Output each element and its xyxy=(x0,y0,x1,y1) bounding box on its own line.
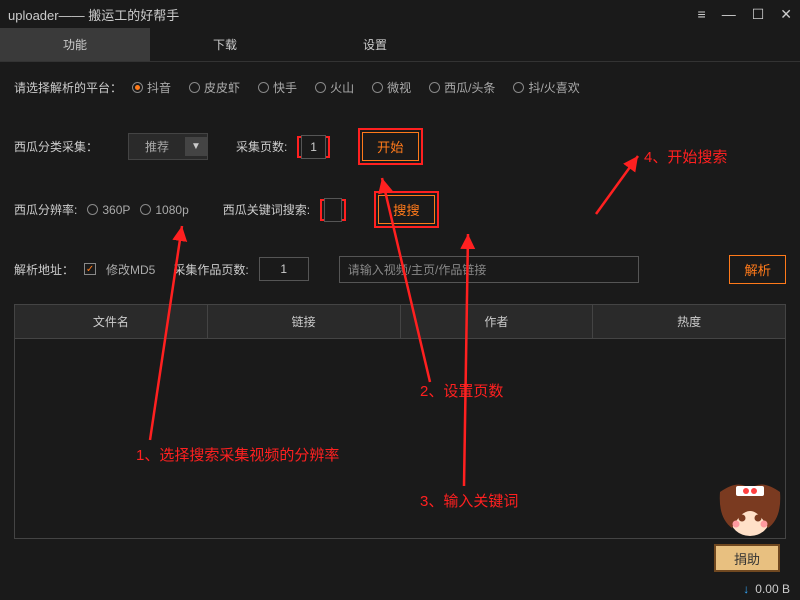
radio-xigua[interactable]: 西瓜/头条 xyxy=(429,79,495,96)
start-button[interactable]: 开始 xyxy=(362,132,419,161)
search-button[interactable]: 搜搜 xyxy=(378,195,435,224)
download-speed: 0.00 B xyxy=(755,582,790,596)
resolution-row: 西瓜分辨率: 360P 1080p 西瓜关键词搜索: 搜搜 xyxy=(14,191,786,228)
pages-input[interactable]: 1 xyxy=(301,135,326,159)
works-pages-label: 采集作品页数: xyxy=(173,261,248,278)
radio-douyin[interactable]: 抖音 xyxy=(132,79,171,96)
platform-row: 请选择解析的平台： 抖音 皮皮虾 快手 火山 微视 西瓜/头条 抖/火喜欢 xyxy=(14,72,786,102)
radio-weishi[interactable]: 微视 xyxy=(372,79,411,96)
mascot-image xyxy=(710,474,790,544)
platform-radio-group: 抖音 皮皮虾 快手 火山 微视 西瓜/头条 抖/火喜欢 xyxy=(132,79,580,96)
radio-huoshan[interactable]: 火山 xyxy=(315,79,354,96)
th-author: 作者 xyxy=(401,305,594,338)
keyword-label: 西瓜关键词搜索: xyxy=(223,201,310,218)
main-tabs: 功能 下载 设置 xyxy=(0,28,800,62)
minimize-icon[interactable]: — xyxy=(722,6,736,23)
works-pages-input[interactable]: 1 xyxy=(259,257,309,281)
parse-label: 解析地址： xyxy=(14,261,74,278)
th-link: 链接 xyxy=(208,305,401,338)
results-table-header: 文件名 链接 作者 热度 xyxy=(14,304,786,339)
parse-row: 解析地址： ✓ 修改MD5 采集作品页数: 1 请输入视频/主页/作品链接 解析 xyxy=(14,254,786,284)
results-table-body xyxy=(14,339,786,539)
tab-download[interactable]: 下载 xyxy=(150,28,300,61)
parse-button[interactable]: 解析 xyxy=(729,255,786,284)
menu-icon[interactable]: ≡ xyxy=(698,6,706,23)
modify-md5-checkbox[interactable]: ✓ xyxy=(84,263,96,275)
donate-button[interactable]: 捐助 xyxy=(714,544,780,572)
url-input[interactable]: 请输入视频/主页/作品链接 xyxy=(339,256,639,283)
window-title: uploader—— 搬运工的好帮手 xyxy=(8,5,698,24)
highlight-pages: 1 xyxy=(297,136,330,158)
th-heat: 热度 xyxy=(593,305,785,338)
keyword-input[interactable] xyxy=(324,198,342,222)
status-bar: ↓ 0.00 B xyxy=(743,578,790,600)
highlight-keyword xyxy=(320,199,346,221)
chevron-down-icon: ▼ xyxy=(185,137,207,156)
download-icon: ↓ xyxy=(743,582,749,596)
th-filename: 文件名 xyxy=(15,305,208,338)
platform-label: 请选择解析的平台： xyxy=(14,79,122,96)
modify-md5-label: 修改MD5 xyxy=(106,261,155,278)
category-label: 西瓜分类采集： xyxy=(14,138,98,155)
maximize-icon[interactable]: ☐ xyxy=(752,6,765,23)
close-icon[interactable]: ✕ xyxy=(780,6,792,23)
radio-360p[interactable]: 360P xyxy=(87,203,130,217)
tab-functions[interactable]: 功能 xyxy=(0,28,150,61)
category-row: 西瓜分类采集： 推荐 ▼ 采集页数: 1 开始 xyxy=(14,128,786,165)
radio-kuaishou[interactable]: 快手 xyxy=(258,79,297,96)
title-bar: uploader—— 搬运工的好帮手 ≡ — ☐ ✕ xyxy=(0,0,800,28)
highlight-search: 搜搜 xyxy=(374,191,439,228)
highlight-start: 开始 xyxy=(358,128,423,165)
pages-label: 采集页数: xyxy=(236,138,287,155)
category-select[interactable]: 推荐 ▼ xyxy=(128,133,208,160)
tab-settings[interactable]: 设置 xyxy=(300,28,450,61)
radio-douhuoxihuan[interactable]: 抖/火喜欢 xyxy=(513,79,579,96)
radio-1080p[interactable]: 1080p xyxy=(140,203,188,217)
radio-pipixia[interactable]: 皮皮虾 xyxy=(189,79,240,96)
resolution-label: 西瓜分辨率: xyxy=(14,201,77,218)
